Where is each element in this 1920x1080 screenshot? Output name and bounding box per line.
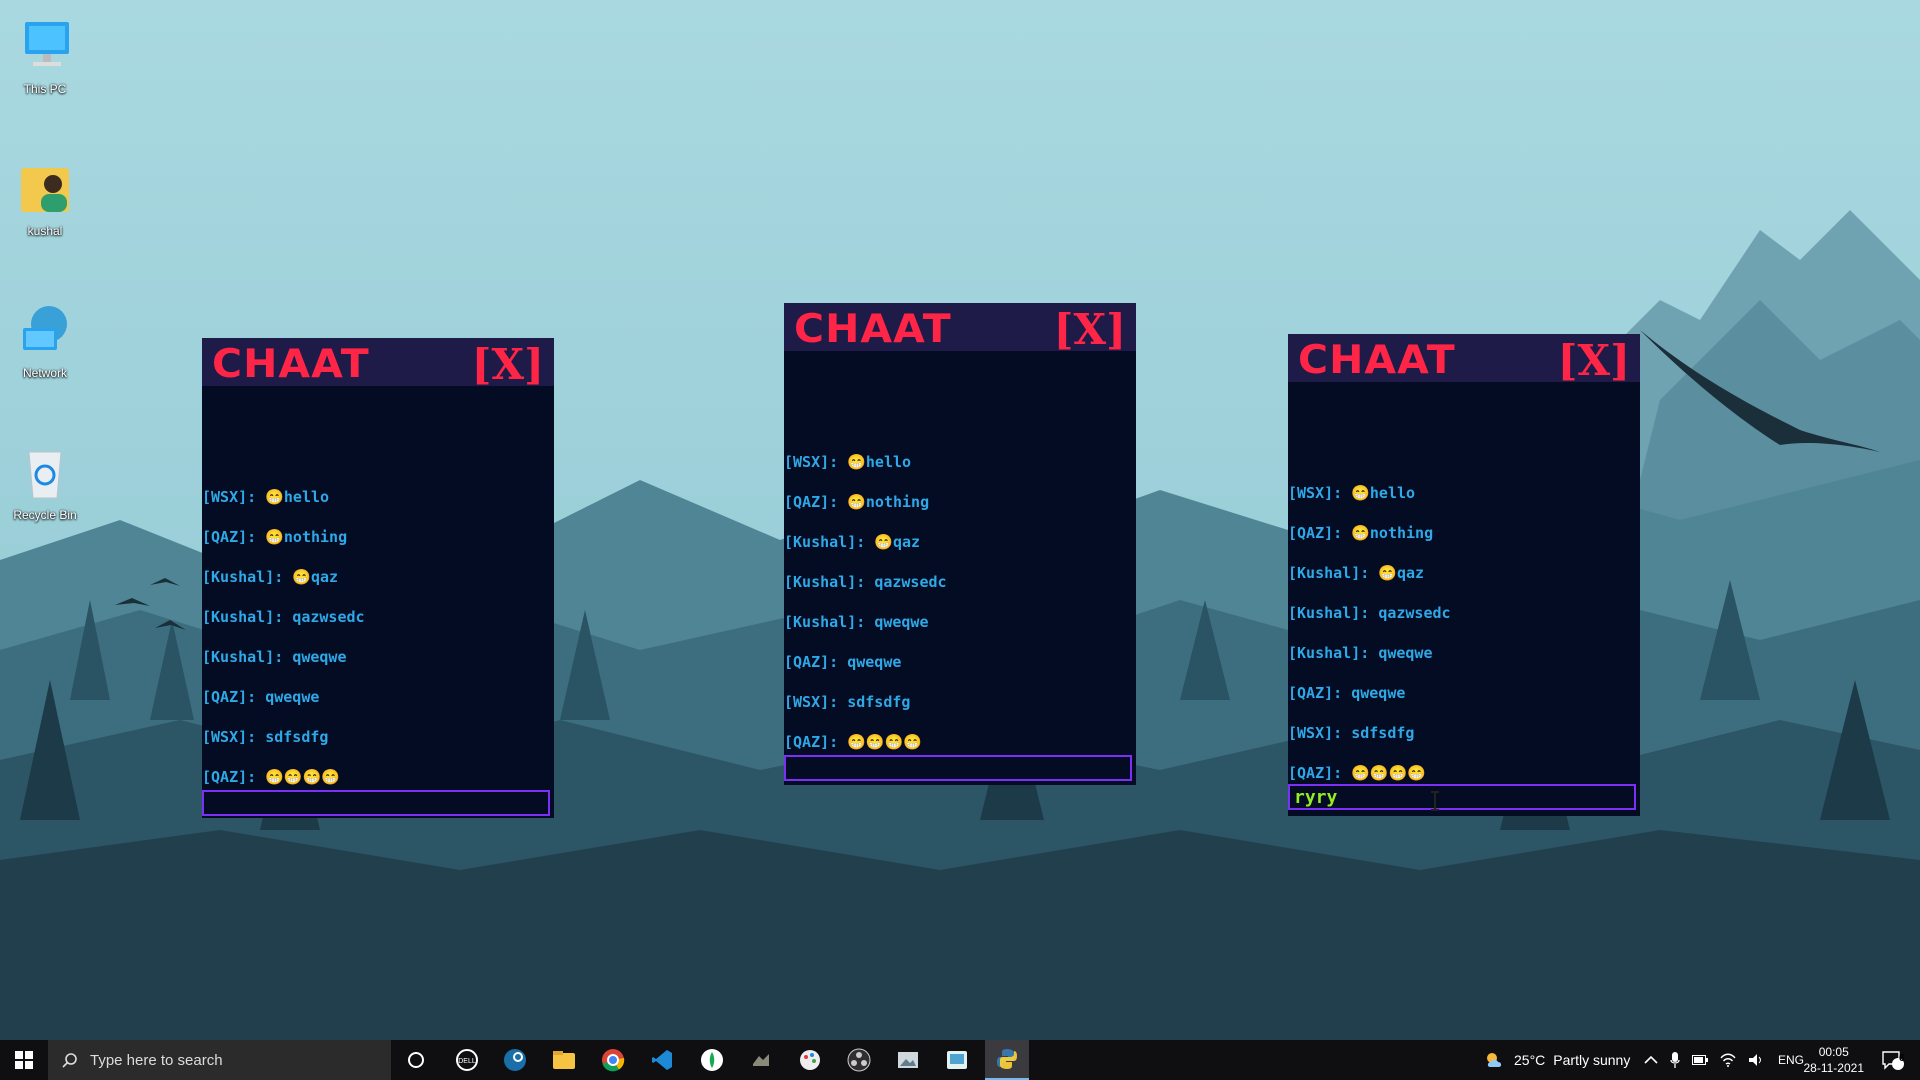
taskbar: Type here to search DELL 25°C Partly sun… [0, 1040, 1920, 1080]
chat-message: [Kushal]: 😁qaz [202, 568, 339, 586]
chat-message: [QAZ]: qweqwe [1288, 684, 1406, 702]
chat-window: CHAAT [X] [WSX]: 😁hello [QAZ]: 😁nothing … [784, 303, 1136, 785]
wifi-icon[interactable] [1720, 1053, 1736, 1067]
battery-icon[interactable] [1692, 1055, 1708, 1065]
chrome-icon[interactable] [601, 1048, 625, 1072]
search-placeholder: Type here to search [90, 1051, 223, 1069]
chat-message: [QAZ]: qweqwe [784, 653, 902, 671]
user-folder-icon [15, 158, 75, 218]
file-explorer-icon[interactable] [552, 1048, 576, 1072]
search-icon [62, 1053, 77, 1068]
volume-icon[interactable] [1748, 1053, 1764, 1067]
text-cursor-icon [1431, 791, 1439, 811]
chat-message: [WSX]: 😁hello [202, 488, 330, 506]
desktop: This PC kushal Network Recycle Bin CHAAT… [0, 0, 1920, 1040]
python-icon [997, 1049, 1017, 1069]
chat-message: [Kushal]: qazwsedc [1288, 604, 1451, 622]
windows-logo-icon [15, 1051, 33, 1069]
photos-icon[interactable] [896, 1048, 920, 1072]
show-hidden-icons-icon[interactable] [1644, 1055, 1658, 1065]
obs-icon[interactable] [847, 1048, 871, 1072]
chat-message: [WSX]: sdfsdfg [1288, 724, 1415, 742]
cortana-icon [408, 1052, 424, 1068]
notification-center-button[interactable]: 6 [1870, 1040, 1916, 1080]
chat-message: [QAZ]: 😁😁😁😁 [784, 733, 922, 751]
chat-message: [QAZ]: 😁😁😁😁 [202, 768, 340, 786]
message-input[interactable] [784, 755, 1132, 781]
chat-window: CHAAT [X] [WSX]: 😁hello [QAZ]: 😁nothing … [202, 338, 554, 818]
chat-message: [WSX]: 😁hello [784, 453, 912, 471]
taskbar-clock[interactable]: 00:05 28-11-2021 [1804, 1044, 1865, 1076]
chat-message: [Kushal]: qazwsedc [202, 608, 365, 626]
python-app-button[interactable] [985, 1040, 1029, 1080]
steam-icon[interactable] [503, 1048, 527, 1072]
message-input[interactable] [1288, 784, 1636, 810]
desktop-icon-user-folder[interactable]: kushal [0, 158, 90, 238]
recycle-bin-icon [15, 442, 75, 502]
chat-message: [Kushal]: 😁qaz [784, 533, 921, 551]
svg-text:DELL: DELL [458, 1058, 476, 1065]
notification-count: 6 [1899, 1053, 1905, 1064]
chat-message: [Kushal]: qazwsedc [784, 573, 947, 591]
weather-widget[interactable]: 25°C Partly sunny [1484, 1040, 1630, 1080]
chat-message: [QAZ]: qweqwe [202, 688, 320, 706]
chat-message: [QAZ]: 😁nothing [1288, 524, 1434, 542]
system-tray: ENG [1644, 1040, 1804, 1080]
message-list: [WSX]: 😁hello [QAZ]: 😁nothing [Kushal]: … [1288, 334, 1640, 784]
chat-message: [Kushal]: qweqwe [1288, 644, 1433, 662]
clock-time: 00:05 [1818, 1045, 1849, 1059]
desktop-icon-label: kushal [27, 224, 63, 238]
chat-message: [Kushal]: qweqwe [202, 648, 347, 666]
message-input[interactable] [202, 790, 550, 816]
chat-message: [WSX]: 😁hello [1288, 484, 1416, 502]
dell-icon[interactable]: DELL [455, 1048, 479, 1072]
taskbar-search-box[interactable]: Type here to search [48, 1040, 391, 1080]
desktop-icon-network[interactable]: Network [0, 300, 90, 380]
mongodb-compass-icon[interactable] [700, 1048, 724, 1072]
cortana-button[interactable] [396, 1040, 436, 1080]
chat-message: [QAZ]: 😁nothing [784, 493, 930, 511]
chat-window: CHAAT [X] [WSX]: 😁hello [QAZ]: 😁nothing … [1288, 334, 1640, 816]
desktop-icon-recycle-bin[interactable]: Recycle Bin [0, 442, 90, 522]
chat-message: [Kushal]: 😁qaz [1288, 564, 1425, 582]
desktop-icon-label: Recycle Bin [13, 508, 77, 522]
chat-message: [WSX]: sdfsdfg [784, 693, 911, 711]
weather-temp: 25°C [1514, 1052, 1546, 1068]
vscode-icon[interactable] [650, 1048, 674, 1072]
snip-icon[interactable] [945, 1048, 969, 1072]
app-icon[interactable] [749, 1048, 773, 1072]
network-icon [15, 300, 75, 360]
partly-sunny-icon [1487, 1053, 1502, 1067]
weather-condition: Partly sunny [1553, 1052, 1631, 1068]
start-button[interactable] [0, 1040, 48, 1080]
message-list: [WSX]: 😁hello [QAZ]: 😁nothing [Kushal]: … [784, 303, 1136, 753]
desktop-icon-this-pc[interactable]: This PC [0, 16, 90, 96]
language-indicator[interactable]: ENG [1778, 1053, 1804, 1067]
clock-date: 28-11-2021 [1803, 1061, 1865, 1075]
desktop-icon-label: This PC [23, 82, 67, 96]
computer-icon [15, 16, 75, 76]
desktop-icon-label: Network [22, 366, 67, 380]
microphone-icon[interactable] [1670, 1052, 1680, 1068]
message-list: [WSX]: 😁hello [QAZ]: 😁nothing [Kushal]: … [202, 338, 554, 788]
chat-message: [WSX]: sdfsdfg [202, 728, 329, 746]
chat-message: [QAZ]: 😁nothing [202, 528, 348, 546]
chat-message: [QAZ]: 😁😁😁😁 [1288, 764, 1426, 782]
paint-icon[interactable] [798, 1048, 822, 1072]
chat-message: [Kushal]: qweqwe [784, 613, 929, 631]
